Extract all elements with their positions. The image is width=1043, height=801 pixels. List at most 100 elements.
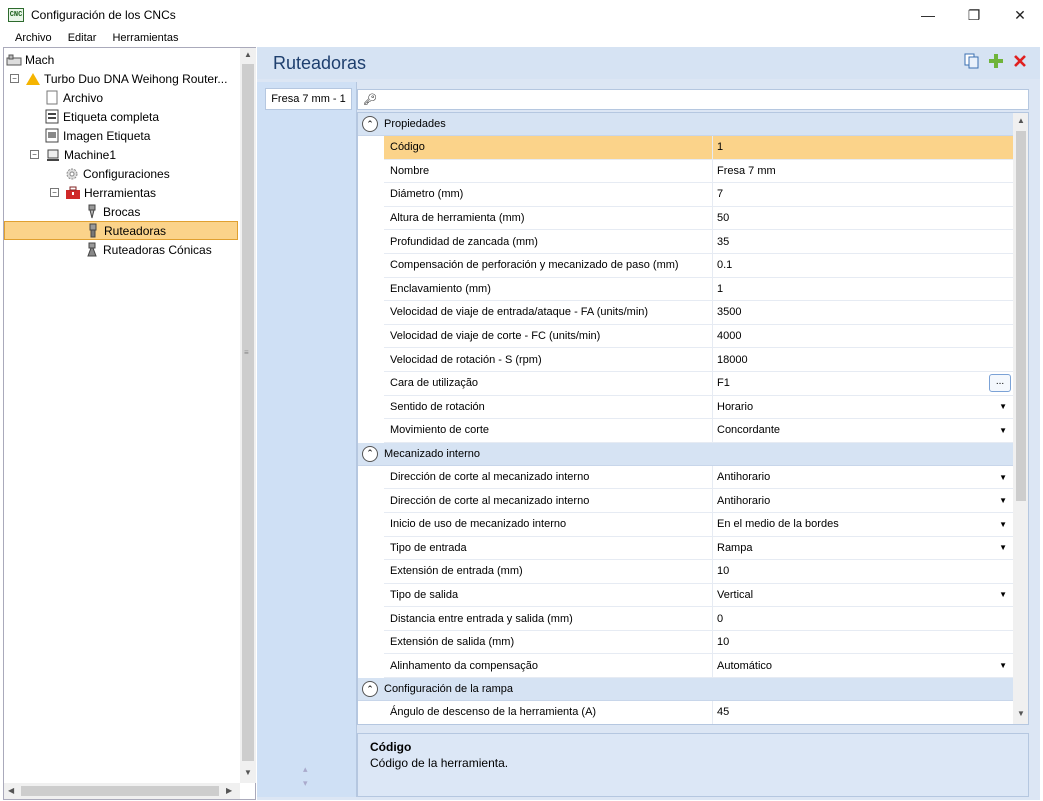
category-header[interactable]: ⌃ Mecanizado interno [358,442,1013,466]
property-value[interactable]: Fresa 7 mm [713,160,1013,183]
scroll-down-icon[interactable]: ▼ [244,768,252,777]
dropdown-arrow-icon[interactable]: ▼ [999,402,1007,411]
grid-vertical-scrollbar[interactable]: ▲ ▼ [1013,113,1028,724]
property-value[interactable]: Rampa ▼ [713,537,1013,560]
property-value[interactable]: 1 [713,278,1013,301]
property-value[interactable]: 10 [713,631,1013,654]
tree-item-imagen-etiqueta[interactable]: Imagen Etiqueta [44,126,150,145]
property-row[interactable]: Distancia entre entrada y salida (mm) 0 [384,607,1013,631]
tree-item-brocas[interactable]: Brocas [84,202,140,221]
tree-item-machine1[interactable]: − Machine1 [30,145,116,164]
dropdown-arrow-icon[interactable]: ▼ [999,426,1007,435]
search-input[interactable] [382,92,1028,107]
tree-item-etiqueta-completa[interactable]: Etiqueta completa [44,107,159,126]
dropdown-arrow-icon[interactable]: ▼ [999,520,1007,529]
property-row[interactable]: Ángulo de descenso de la herramienta (A)… [384,701,1013,724]
tree-item-ruteadoras-c-nicas[interactable]: Ruteadoras Cónicas [84,240,212,259]
dropdown-arrow-icon[interactable]: ▼ [999,543,1007,552]
property-row[interactable]: Velocidad de viaje de corte - FC (units/… [384,324,1013,349]
property-value[interactable]: 50 [713,207,1013,230]
menu-editar[interactable]: Editar [60,32,105,44]
ellipsis-button[interactable]: ... [989,373,1011,392]
property-value[interactable]: 0.1 [713,254,1013,277]
tree-item-ruteadoras[interactable]: Ruteadoras [4,221,238,240]
dropdown-arrow-icon[interactable]: ▼ [999,473,1007,482]
property-value[interactable]: 35 [713,230,1013,253]
tree-horizontal-scrollbar[interactable]: ◀ ▶ [4,783,240,799]
property-row[interactable]: Movimiento de corte Concordante ▼ [384,419,1013,443]
property-row[interactable]: Altura de herramienta (mm) 50 [384,206,1013,231]
tree-item-archivo[interactable]: Archivo [44,88,103,107]
property-value[interactable]: 45 [713,701,1013,724]
collapse-icon[interactable]: − [10,74,19,83]
restore-button[interactable]: ❐ [951,0,997,30]
property-row[interactable]: Extensión de salida (mm) 10 [384,630,1013,655]
tree-vertical-scrollbar[interactable]: ▲ ≡ ▼ [240,48,256,783]
tree-item-turbo-duo-dna-weihong-router[interactable]: − Turbo Duo DNA Weihong Router... [10,69,227,88]
scroll-thumb[interactable] [1016,131,1026,501]
property-value[interactable]: Horario ▼ [713,396,1013,419]
tab-fresa-7mm[interactable]: Fresa 7 mm - 1 [265,88,352,110]
dropdown-arrow-icon[interactable]: ▼ [999,661,1007,670]
copy-icon[interactable] [964,53,980,74]
scroll-right-icon[interactable]: ▶ [226,786,232,795]
property-row[interactable]: Inicio de uso de mecanizado interno En el… [384,512,1013,537]
property-value[interactable]: 4000 [713,325,1013,348]
property-value[interactable]: Vertical ▼ [713,584,1013,607]
collapse-category-icon[interactable]: ⌃ [362,116,378,132]
property-row[interactable]: Tipo de entrada Rampa ▼ [384,536,1013,561]
close-button[interactable]: ✕ [997,0,1043,30]
property-value[interactable]: Concordante ▼ [713,419,1013,442]
menu-archivo[interactable]: Archivo [8,32,60,44]
property-value[interactable]: Automático ▼ [713,654,1013,677]
collapse-icon[interactable]: − [50,188,59,197]
property-value[interactable]: 1 [713,136,1013,159]
property-row[interactable]: Sentido de rotación Horario ▼ [384,395,1013,420]
property-row[interactable]: Velocidad de rotación - S (rpm) 18000 [384,348,1013,372]
property-row[interactable]: Tipo de salida Vertical ▼ [384,583,1013,608]
collapse-category-icon[interactable]: ⌃ [362,445,378,462]
category-header[interactable]: ⌃ Configuración de la rampa [358,678,1013,702]
scroll-up-icon[interactable]: ▲ [244,50,252,59]
property-value[interactable]: 10 [713,560,1013,583]
property-value[interactable]: 0 [713,607,1013,630]
property-row[interactable]: Enclavamiento (mm) 1 [384,277,1013,302]
tree-item-mach[interactable]: Mach [6,50,54,69]
minimize-button[interactable]: — [905,0,951,30]
collapse-icon[interactable]: − [30,150,39,159]
dropdown-arrow-icon[interactable]: ▼ [999,496,1007,505]
property-row[interactable]: Diámetro (mm) 7 [384,183,1013,207]
scroll-thumb-horizontal[interactable] [21,786,219,796]
scroll-thumb[interactable] [242,64,254,761]
property-value[interactable]: 7 [713,183,1013,206]
property-value[interactable]: 18000 [713,348,1013,371]
property-value-text: Fresa 7 mm [717,164,776,177]
property-row[interactable]: Profundidad de zancada (mm) 35 [384,230,1013,254]
property-row[interactable]: Cara de utilização F1... [384,371,1013,396]
scroll-up-icon[interactable]: ▲ [1017,116,1025,125]
property-row[interactable]: Código 1 [384,136,1013,160]
menu-herramientas[interactable]: Herramientas [104,32,186,44]
property-value[interactable]: Antihorario ▼ [713,466,1013,489]
property-value[interactable]: 3500 [713,301,1013,324]
tree-item-configuraciones[interactable]: Configuraciones [64,164,170,183]
dropdown-arrow-icon[interactable]: ▼ [999,590,1007,599]
property-row[interactable]: Nombre Fresa 7 mm [384,159,1013,184]
property-row[interactable]: Velocidad de viaje de entrada/ataque - F… [384,301,1013,325]
property-value[interactable]: En el medio de la bordes ▼ [713,513,1013,536]
add-icon[interactable] [988,53,1004,74]
property-row[interactable]: Compensación de perforación y mecanizado… [384,253,1013,278]
property-row[interactable]: Dirección de corte al mecanizado interno… [384,465,1013,490]
scroll-down-icon[interactable]: ▼ [1017,709,1025,718]
tree-item-herramientas[interactable]: − Herramientas [50,183,156,202]
delete-icon[interactable] [1012,53,1028,74]
property-row[interactable]: Extensión de entrada (mm) 10 [384,560,1013,584]
scroll-left-icon[interactable]: ◀ [8,786,14,795]
property-row[interactable]: Dirección de corte al mecanizado interno… [384,489,1013,513]
category-header[interactable]: ⌃ Propiedades [358,113,1013,136]
property-value[interactable]: F1... [713,372,1013,395]
tab-scroll-arrows[interactable]: ▴ ▾ [303,762,308,790]
property-row[interactable]: Alinhamento da compensação Automático ▼ [384,654,1013,679]
collapse-category-icon[interactable]: ⌃ [362,681,378,698]
property-value[interactable]: Antihorario ▼ [713,489,1013,512]
